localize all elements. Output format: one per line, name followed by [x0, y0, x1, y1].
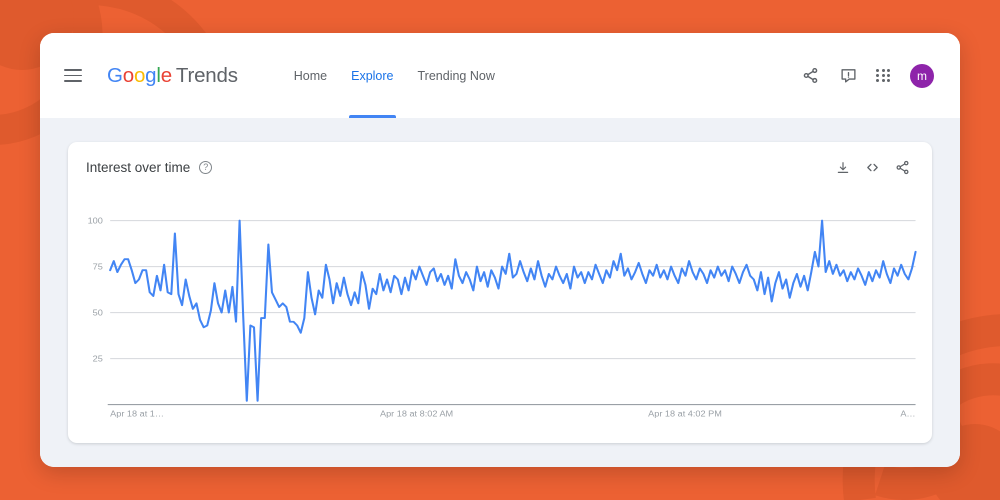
svg-text:100: 100: [88, 216, 103, 225]
logo-letter-g1: G: [107, 63, 123, 87]
content-area: Interest over time ? 25 50 75 100 Apr 18…: [40, 118, 960, 467]
svg-text:75: 75: [93, 262, 103, 271]
svg-text:50: 50: [93, 308, 103, 317]
card-header: Interest over time ?: [86, 160, 910, 175]
card-title: Interest over time: [86, 160, 191, 175]
chart-x-axis-labels: Apr 18 at 1… Apr 18 at 8:02 AM Apr 18 at 4…: [110, 409, 915, 418]
chart-y-axis-labels: 25 50 75 100: [88, 216, 103, 363]
download-icon[interactable]: [836, 161, 850, 175]
share-icon[interactable]: [800, 66, 820, 86]
top-bar-actions: m: [800, 63, 934, 88]
main-nav: Home Explore Trending Now: [282, 33, 507, 118]
interest-over-time-chart[interactable]: 25 50 75 100 Apr 18 at 1… Apr 18 at 8:02 AM A…: [76, 214, 918, 433]
logo-letter-g2: g: [145, 63, 157, 87]
nav-item-home[interactable]: Home: [282, 33, 339, 118]
apps-grid-icon[interactable]: [876, 68, 890, 83]
nav-item-explore[interactable]: Explore: [339, 33, 405, 118]
svg-text:Apr 18 at 8:02 AM: Apr 18 at 8:02 AM: [380, 409, 453, 418]
hamburger-menu-icon[interactable]: [64, 69, 82, 82]
interest-over-time-card: Interest over time ? 25 50 75 100 Apr 18…: [68, 142, 932, 443]
avatar[interactable]: m: [910, 63, 934, 88]
feedback-icon[interactable]: [838, 66, 858, 86]
svg-text:Apr 18 at 4:02 PM: Apr 18 at 4:02 PM: [648, 409, 722, 418]
top-navigation-bar: Google Trends Home Explore Trending Now: [40, 33, 960, 118]
logo-letter-o2: o: [133, 63, 146, 87]
svg-text:Apr 18 at 1…: Apr 18 at 1…: [110, 409, 164, 418]
help-icon[interactable]: ?: [199, 161, 213, 174]
app-window: Google Trends Home Explore Trending Now: [40, 33, 960, 467]
nav-item-trending-now[interactable]: Trending Now: [406, 33, 507, 118]
logo-letter-o1: o: [122, 63, 134, 87]
share-icon[interactable]: [895, 160, 910, 175]
chart-line-series: [109, 219, 917, 402]
svg-text:25: 25: [93, 354, 103, 363]
google-wordmark: Google: [107, 64, 172, 88]
product-name: Trends: [175, 63, 238, 87]
chart-svg: 255075100 Apr 18 at 1… Apr 18 at 8:02 AM A…: [88, 216, 917, 418]
svg-text:A…: A…: [900, 409, 915, 418]
google-trends-logo[interactable]: Google Trends: [107, 64, 238, 88]
card-actions: [836, 160, 910, 175]
embed-icon[interactable]: [865, 160, 880, 175]
logo-letter-e: e: [160, 63, 172, 87]
